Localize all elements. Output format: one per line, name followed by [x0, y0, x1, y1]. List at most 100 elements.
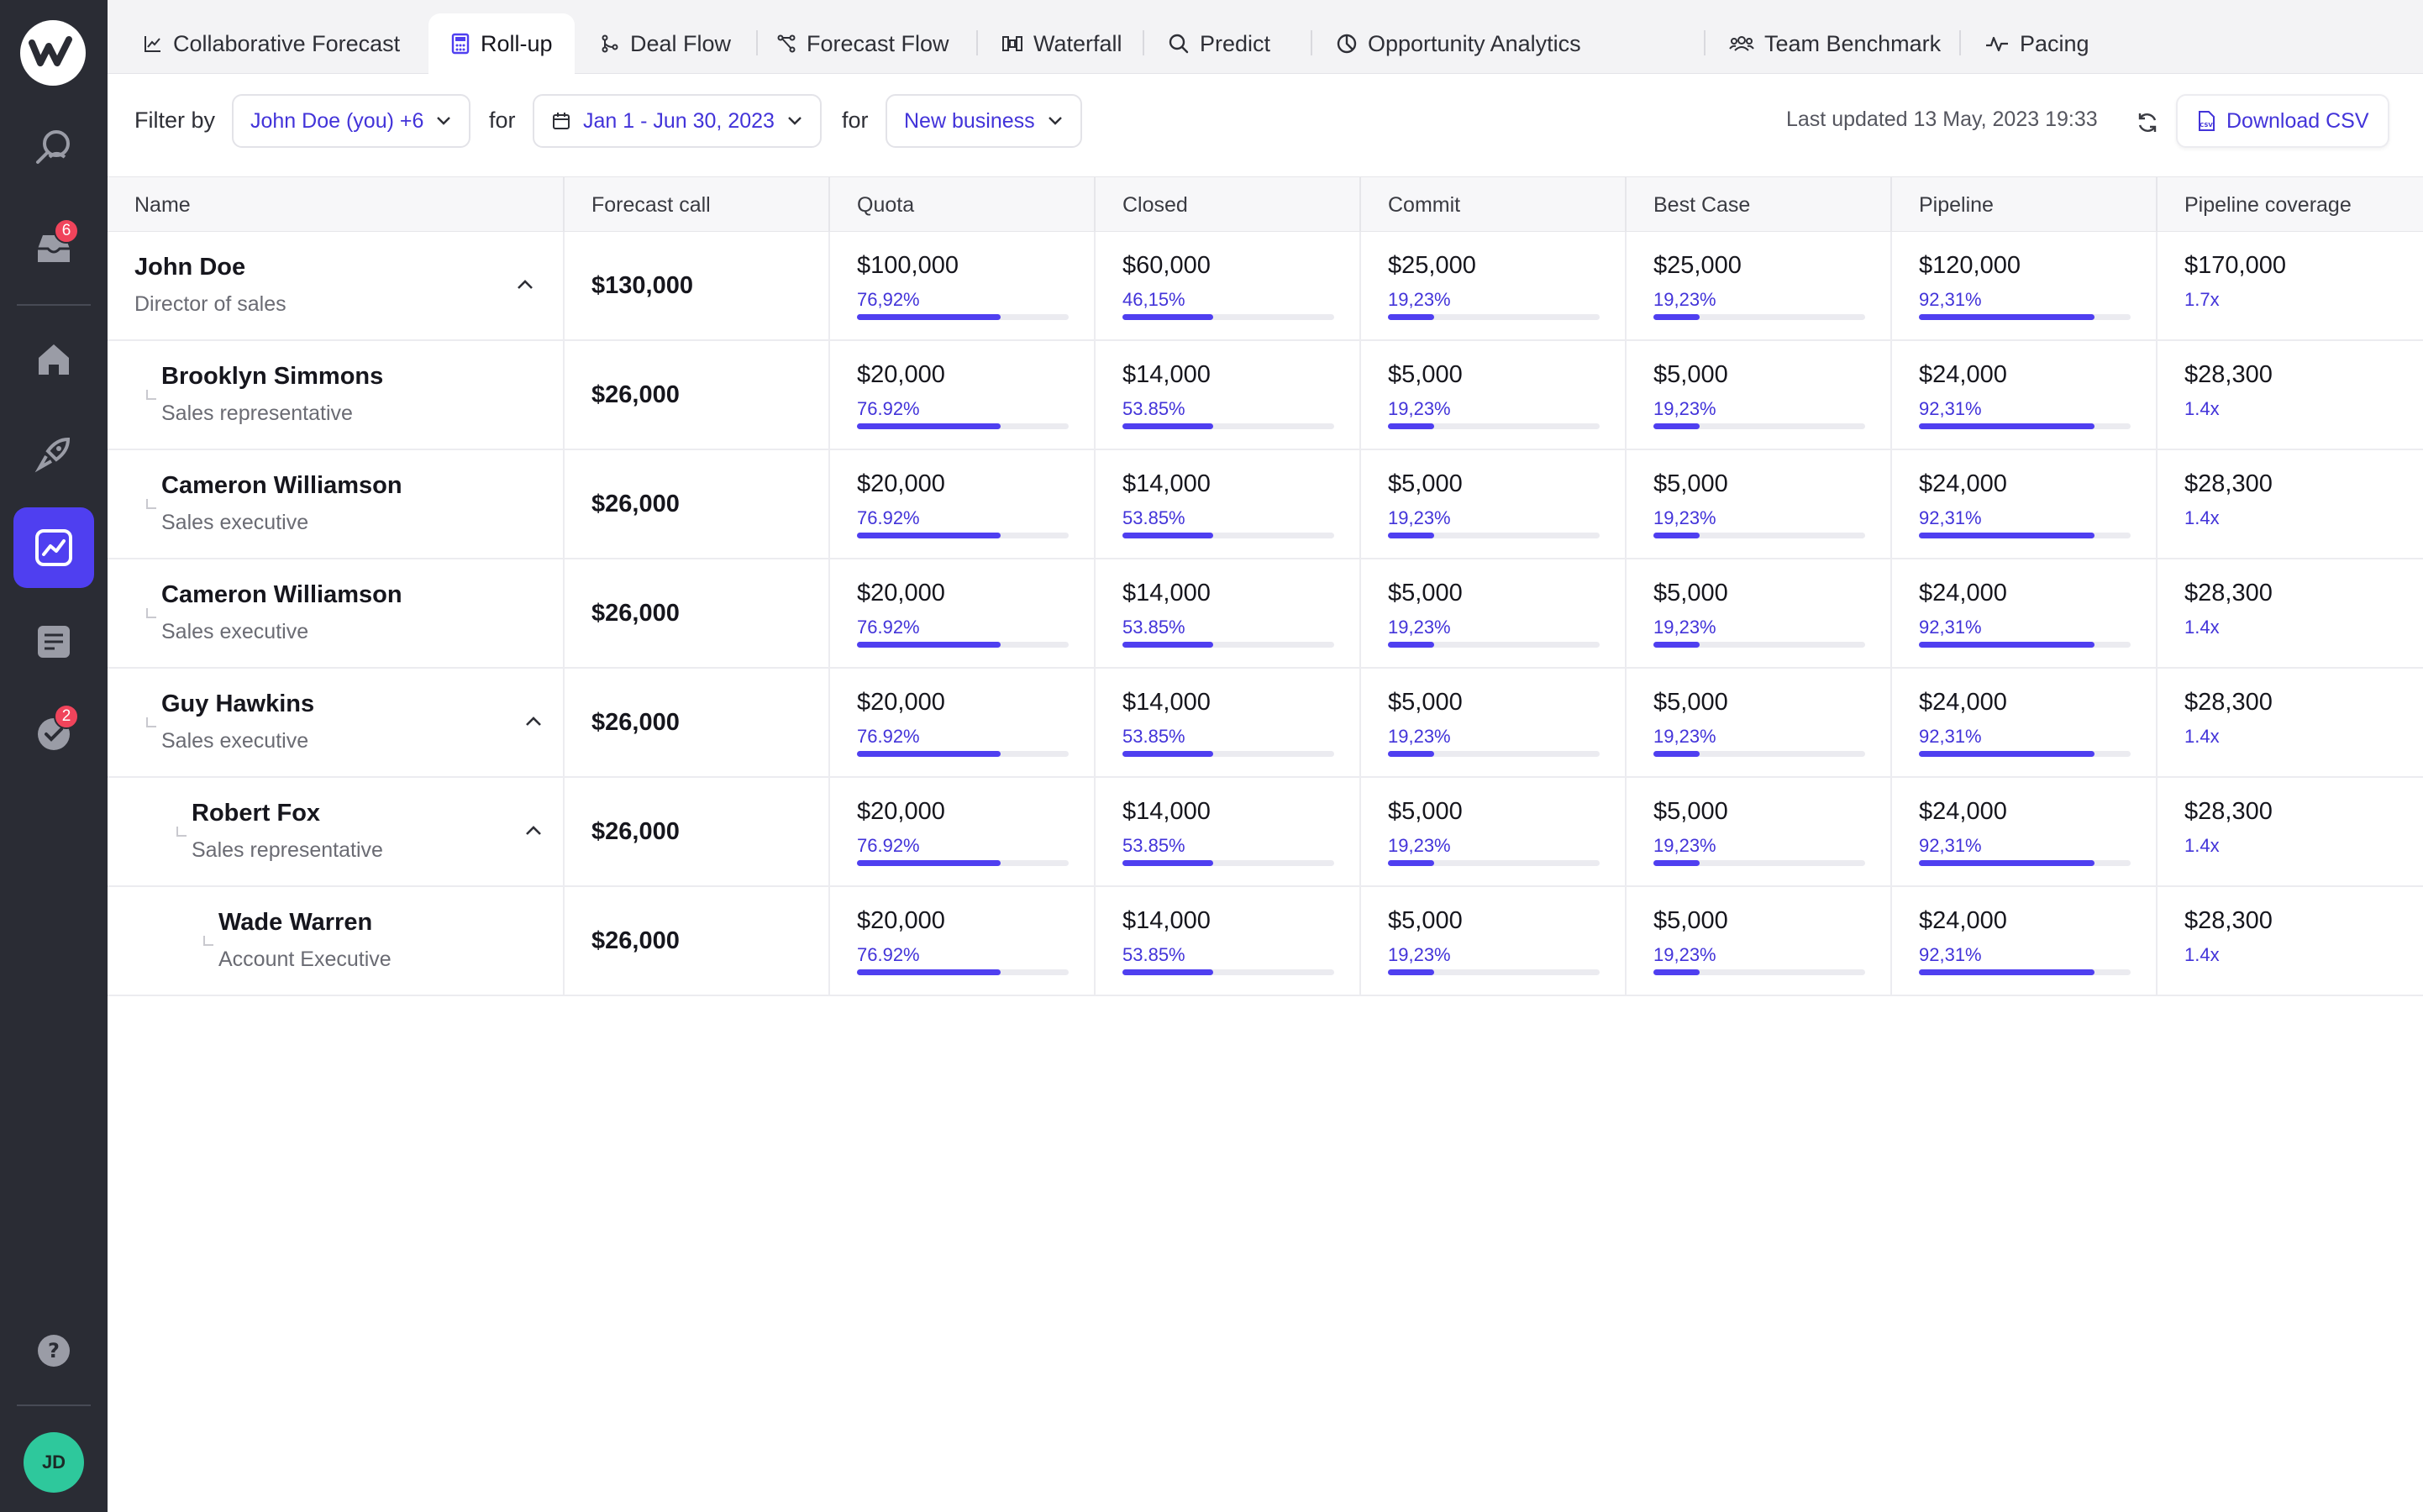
col-quota-header[interactable]: Quota	[830, 177, 1096, 233]
svg-text:CSV: CSV	[2200, 122, 2213, 129]
progress-fill	[857, 642, 1001, 648]
pie-icon	[1337, 34, 1357, 54]
pipeline-value: $120,000	[1919, 252, 2021, 279]
notes-icon[interactable]	[13, 601, 94, 682]
tab-predict[interactable]: Predict	[1146, 13, 1292, 74]
closed-value: $60,000	[1122, 252, 1211, 279]
chevron-up-icon[interactable]	[514, 274, 536, 296]
table-row[interactable]: Wade Warren Account Executive $26,000 $20,0…	[108, 887, 2423, 996]
quota-value: $20,000	[857, 907, 945, 934]
sidebar-divider	[17, 304, 91, 306]
table-row[interactable]: Cameron Williamson Sales executive $26,000…	[108, 450, 2423, 559]
col-best-case-header[interactable]: Best Case	[1627, 177, 1892, 233]
pipeline-coverage-cell: $170,000 1.7x	[2158, 232, 2423, 341]
pipeline-value: $24,000	[1919, 907, 2007, 934]
user-filter-dropdown[interactable]: John Doe (you) +6	[232, 94, 471, 148]
col-name-header[interactable]: Name	[108, 177, 565, 233]
progress-fill	[1122, 860, 1213, 866]
commit-value: $5,000	[1388, 361, 1463, 388]
closed-percent: 53.85%	[1122, 617, 1185, 638]
quota-cell: $20,000 76.92%	[830, 559, 1096, 669]
csv-file-icon: CSV	[2199, 111, 2215, 131]
person-name[interactable]: Cameron Williamson	[161, 581, 402, 609]
person-name[interactable]: John Doe	[134, 254, 245, 281]
person-name[interactable]: Cameron Williamson	[161, 472, 402, 500]
col-forecast-call-header[interactable]: Forecast call	[565, 177, 830, 233]
col-commit-header[interactable]: Commit	[1361, 177, 1627, 233]
forecast-call-value: $26,000	[591, 381, 680, 408]
pipeline-percent: 92,31%	[1919, 617, 1982, 638]
best-case-cell: $5,000 19,23%	[1627, 669, 1892, 778]
coverage-value: $28,300	[2184, 470, 2273, 497]
person-name[interactable]: Brooklyn Simmons	[161, 363, 383, 391]
commit-value: $5,000	[1388, 798, 1463, 825]
person-role: Sales executive	[161, 729, 309, 753]
forecast-call-value: $26,000	[591, 491, 680, 517]
tab-team-benchmark[interactable]: Team Benchmark	[1707, 13, 1963, 74]
quota-value: $20,000	[857, 470, 945, 497]
download-csv-button[interactable]: CSV Download CSV	[2176, 94, 2389, 148]
business-type-dropdown[interactable]: New business	[886, 94, 1082, 148]
table-row[interactable]: John Doe Director of sales $130,000 $100,00…	[108, 232, 2423, 341]
pipeline-percent: 92,31%	[1919, 835, 1982, 856]
tab-roll-up[interactable]: Roll-up	[428, 13, 575, 74]
quota-percent: 76.92%	[857, 398, 920, 419]
progress-track	[1388, 969, 1600, 975]
sidebar: 6 2 ? JD	[0, 0, 108, 1512]
best-case-percent: 19,23%	[1653, 726, 1716, 747]
quota-cell: $20,000 76.92%	[830, 778, 1096, 887]
chevron-up-icon[interactable]	[523, 711, 544, 732]
person-name[interactable]: Guy Hawkins	[161, 690, 314, 718]
commit-value: $25,000	[1388, 252, 1476, 279]
forecast-call-cell: $26,000	[565, 887, 830, 996]
quota-percent: 76.92%	[857, 944, 920, 965]
home-icon[interactable]	[13, 319, 94, 400]
col-pipeline-coverage-header[interactable]: Pipeline coverage	[2158, 177, 2423, 233]
quota-value: $20,000	[857, 580, 945, 606]
progress-track	[857, 642, 1069, 648]
person-name[interactable]: Wade Warren	[218, 909, 372, 937]
chevron-up-icon[interactable]	[523, 820, 544, 842]
table-row[interactable]: Guy Hawkins Sales executive $26,000 $20,000…	[108, 669, 2423, 778]
progress-track	[1919, 642, 2131, 648]
tab-forecast-flow[interactable]: Forecast Flow	[754, 13, 971, 74]
progress-track	[857, 533, 1069, 538]
chevron-down-icon	[437, 117, 451, 125]
avatar[interactable]: JD	[24, 1432, 84, 1493]
date-range-dropdown[interactable]: Jan 1 - Jun 30, 2023	[533, 94, 822, 148]
tab-pacing[interactable]: Pacing	[1963, 13, 2111, 74]
tab-label: Opportunity Analytics	[1368, 30, 1581, 56]
col-closed-header[interactable]: Closed	[1096, 177, 1361, 233]
tab-waterfall[interactable]: Waterfall	[980, 13, 1144, 74]
tab-collaborative-forecast[interactable]: Collaborative Forecast	[121, 13, 422, 74]
person-name[interactable]: Robert Fox	[192, 800, 320, 827]
progress-fill	[1919, 423, 2095, 429]
refresh-icon[interactable]	[2131, 106, 2164, 139]
branch-icon	[777, 34, 796, 53]
table-row[interactable]: Cameron Williamson Sales executive $26,000…	[108, 559, 2423, 669]
tab-label: Roll-up	[481, 30, 553, 56]
tab-deal-flow[interactable]: Deal Flow	[578, 13, 753, 74]
commit-cell: $5,000 19,23%	[1361, 887, 1627, 996]
chevron-down-icon	[1048, 117, 1062, 125]
table-row[interactable]: Robert Fox Sales representative $26,000 $20…	[108, 778, 2423, 887]
search-people-icon[interactable]	[13, 108, 94, 188]
inbox-icon[interactable]: 6	[13, 208, 94, 289]
coverage-value: $28,300	[2184, 689, 2273, 716]
name-cell: John Doe Director of sales	[108, 232, 565, 341]
chart-icon[interactable]	[13, 507, 94, 588]
progress-track	[1919, 314, 2131, 320]
help-icon[interactable]: ?	[13, 1310, 94, 1391]
logo-icon[interactable]	[20, 20, 86, 86]
check-circle-icon[interactable]: 2	[13, 694, 94, 774]
commit-percent: 19,23%	[1388, 289, 1451, 310]
tab-opportunity-analytics[interactable]: Opportunity Analytics	[1314, 13, 1603, 74]
col-pipeline-header[interactable]: Pipeline	[1892, 177, 2158, 233]
pipeline-cell: $24,000 92,31%	[1892, 778, 2158, 887]
rocket-icon[interactable]	[13, 413, 94, 494]
filter-by-label: Filter by	[134, 108, 216, 133]
coverage-ratio: 1.4x	[2184, 726, 2220, 747]
progress-track	[1919, 751, 2131, 757]
progress-fill	[1388, 314, 1434, 320]
table-row[interactable]: Brooklyn Simmons Sales representative $26,…	[108, 341, 2423, 450]
